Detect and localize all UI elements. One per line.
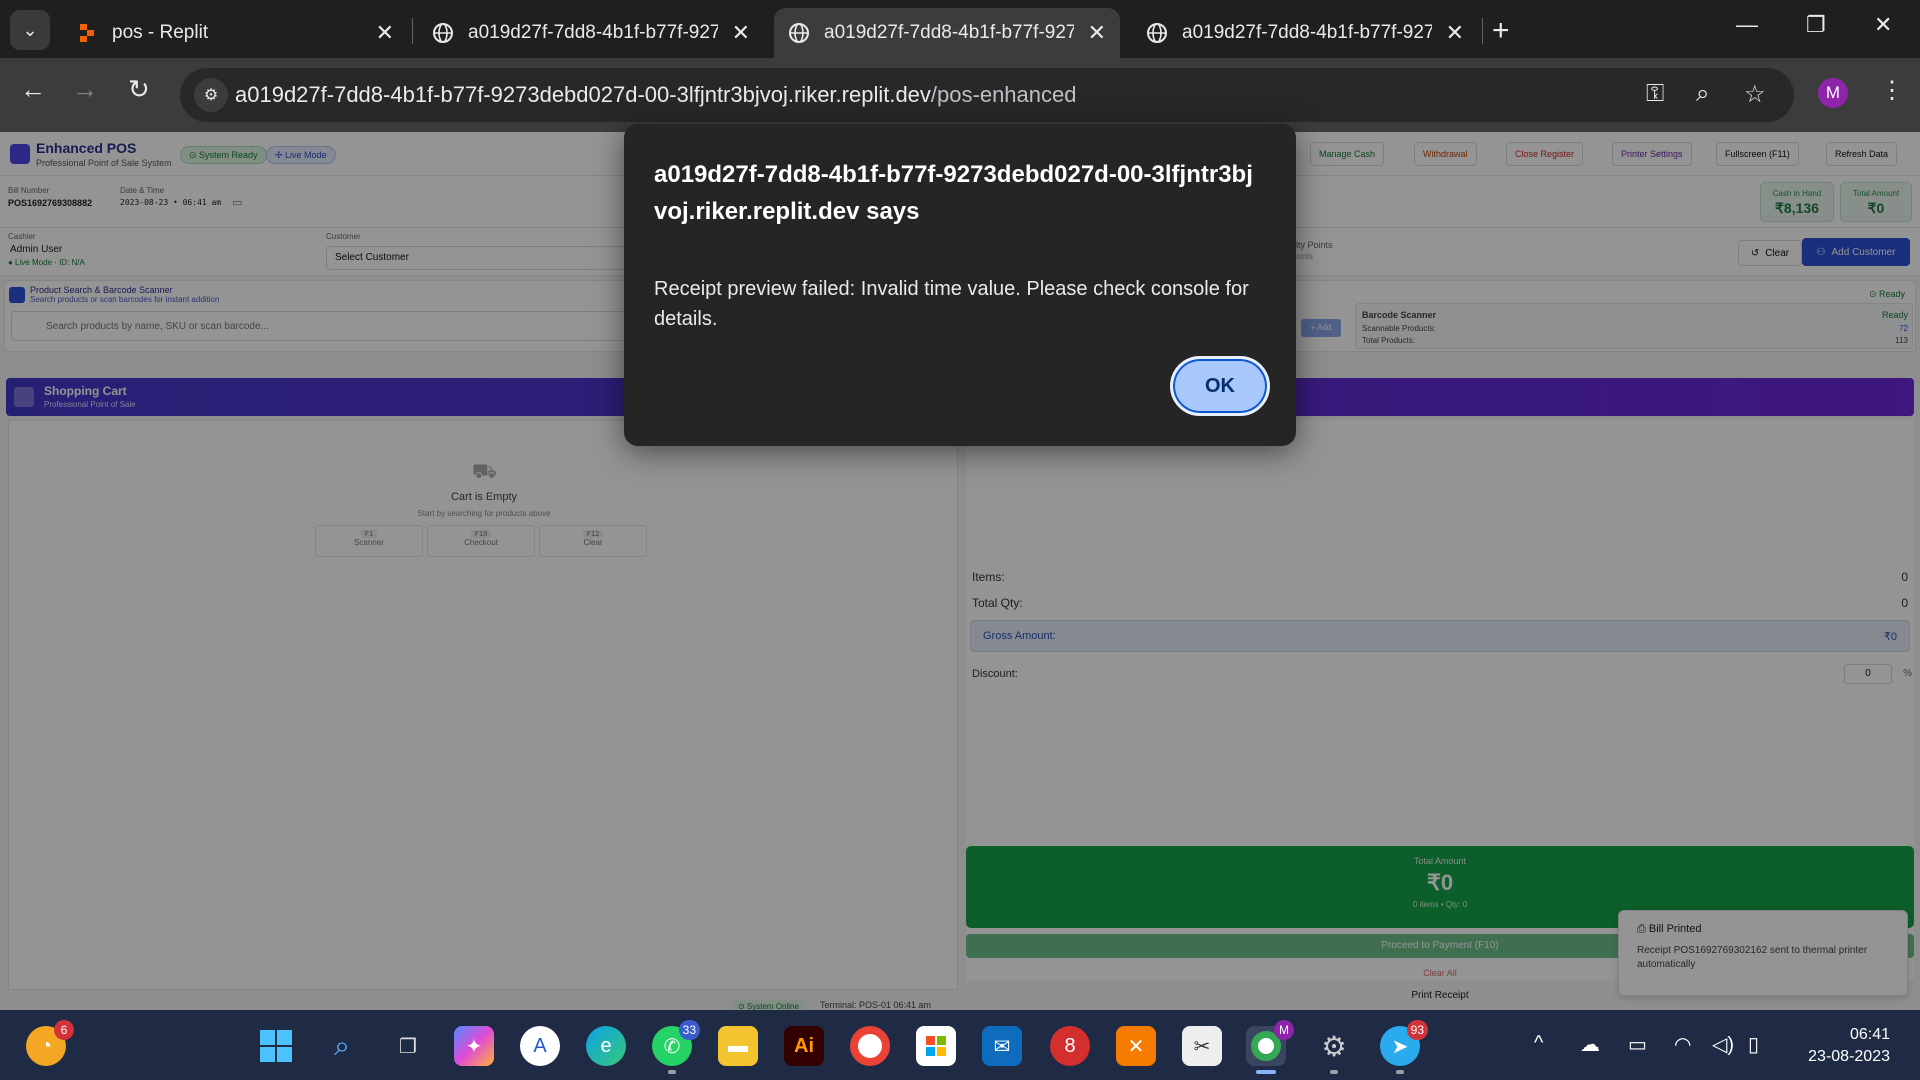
xampp-icon[interactable]: ✕ [1116,1026,1156,1066]
illustrator-icon[interactable]: Ai [784,1026,824,1066]
globe-icon [788,22,810,44]
close-icon[interactable]: ✕ [1446,20,1464,46]
tab-label: a019d27f-7dd8-4b1f-b77f-9273 [468,22,718,43]
clock-time: 06:41 [1849,1026,1890,1043]
tab-app-3[interactable]: a019d27f-7dd8-4b1f-b77f-9273 ✕ [1132,8,1478,58]
back-button[interactable]: ← [20,74,46,105]
globe-icon [1146,22,1168,44]
close-icon[interactable]: ✕ [732,20,750,46]
dialog-message: Receipt preview failed: Invalid time val… [654,278,1249,330]
outlook-icon[interactable]: ✉ [982,1026,1022,1066]
whatsapp-icon[interactable]: ✆ 33 [652,1020,700,1066]
forward-button[interactable]: → [72,74,98,105]
running-indicator [1396,1070,1404,1074]
tab-app-1[interactable]: a019d27f-7dd8-4b1f-b77f-9273 ✕ [418,8,764,58]
snipping-tool-icon[interactable]: ✂ [1182,1026,1222,1066]
new-tab-button[interactable]: + [1492,14,1510,48]
browser-tab-bar: ⌄ pos - Replit ✕ a019d27f-7dd8-4b1f-b77f… [0,0,1920,58]
system-clock[interactable]: 06:41 23-08-2023 [1790,1024,1890,1068]
git-icon[interactable]: 8 [1050,1026,1090,1066]
running-indicator [1330,1070,1338,1074]
telegram-icon[interactable]: ➤ 93 [1380,1020,1428,1066]
browser-menu-icon[interactable]: ⋮ [1880,76,1904,105]
zoom-icon[interactable]: ⌕ [1696,80,1709,108]
reload-button[interactable]: ↻ [128,74,150,105]
restore-button[interactable]: ❐ [1806,12,1826,38]
site-info-icon[interactable]: ⚙ [194,78,228,112]
wifi-icon[interactable]: ◠ [1674,1032,1691,1057]
task-view-icon[interactable]: ❐ [388,1026,428,1066]
minimize-button[interactable]: — [1736,12,1758,38]
running-indicator [668,1070,676,1074]
tab-separator [412,18,413,44]
tab-label: a019d27f-7dd8-4b1f-b77f-9273 [1182,22,1432,43]
widgets-badge: 6 [54,1020,74,1040]
app-store-icon[interactable]: A [520,1026,560,1066]
microsoft-store-icon[interactable] [916,1026,956,1066]
telegram-badge: 93 [1406,1020,1428,1040]
tab-replit[interactable]: pos - Replit ✕ [62,8,408,58]
dialog-title: a019d27f-7dd8-4b1f-b77f-9273debd027d-00-… [654,161,1253,225]
url-host: a019d27f-7dd8-4b1f-b77f-9273debd027d-00-… [235,82,931,107]
copilot-icon[interactable]: ✦ [454,1026,494,1066]
chrome-profile-icon[interactable]: M [1246,1020,1294,1066]
globe-icon [432,22,454,44]
tab-search-button[interactable]: ⌄ [10,10,50,50]
chevron-up-icon[interactable]: ^ [1534,1032,1543,1055]
start-icon[interactable] [256,1026,296,1066]
url-text[interactable]: a019d27f-7dd8-4b1f-b77f-9273debd027d-00-… [235,82,1076,108]
replit-icon [76,22,98,44]
onedrive-icon[interactable]: ☁ [1580,1032,1600,1057]
clock-date: 23-08-2023 [1808,1048,1890,1065]
bookmark-star-icon[interactable]: ☆ [1744,80,1766,109]
chrome-profile-badge: M [1274,1020,1294,1040]
search-icon[interactable]: ⌕ [322,1026,362,1066]
tab-label: a019d27f-7dd8-4b1f-b77f-9273 [824,22,1074,43]
window-close-button[interactable]: ✕ [1874,12,1892,38]
profile-avatar[interactable]: M [1818,78,1848,108]
file-explorer-icon[interactable]: ▬ [718,1026,758,1066]
edge-icon[interactable]: e [586,1026,626,1066]
battery-icon[interactable]: ▯ [1748,1032,1759,1057]
alert-dialog: a019d27f-7dd8-4b1f-b77f-9273debd027d-00-… [624,124,1296,446]
password-key-icon[interactable]: ⚿ [1646,80,1664,108]
address-bar[interactable]: ⚙ a019d27f-7dd8-4b1f-b77f-9273debd027d-0… [180,68,1794,122]
close-icon[interactable]: ✕ [1088,20,1106,46]
tab-label: pos - Replit [112,22,209,43]
windows-taskbar: ◔ 6 ⌕ ❐ ✦ A e ✆ 33 ▬ Ai ✉ 8 ✕ ✂ M ⚙ ➤ 93 ^ … [0,1010,1920,1080]
tab-app-2-active[interactable]: a019d27f-7dd8-4b1f-b77f-9273 ✕ [774,8,1120,58]
chrome-icon[interactable] [850,1026,890,1066]
keyboard-icon[interactable]: ▭ [1628,1032,1647,1057]
widgets-icon[interactable]: ◔ 6 [26,1020,74,1066]
active-indicator [1256,1070,1276,1074]
whatsapp-badge: 33 [678,1020,700,1040]
url-path: /pos-enhanced [930,82,1077,107]
ok-button[interactable]: OK [1170,356,1270,416]
volume-icon[interactable]: ◁) [1712,1032,1734,1057]
close-icon[interactable]: ✕ [376,20,394,46]
browser-toolbar: ← → ↻ ⚙ a019d27f-7dd8-4b1f-b77f-9273debd… [0,58,1920,132]
settings-icon[interactable]: ⚙ [1314,1026,1354,1066]
tab-separator [1482,18,1483,44]
